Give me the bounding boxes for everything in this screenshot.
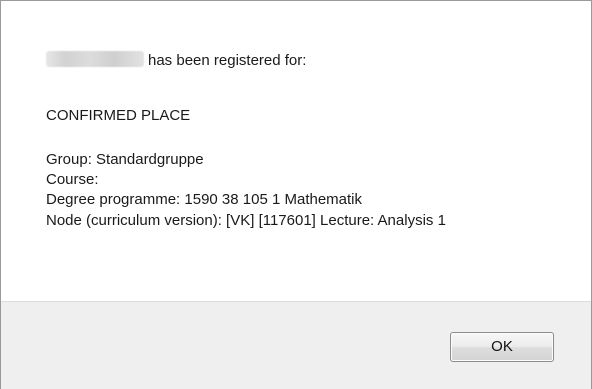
ok-button[interactable]: OK <box>450 332 554 362</box>
dialog-content: has been registered for: CONFIRMED PLACE… <box>1 1 591 301</box>
group-detail: Group: Standardgruppe <box>46 151 204 168</box>
redacted-student-name <box>46 51 144 67</box>
dialog-footer: OK <box>1 301 591 389</box>
registration-message-text: has been registered for: <box>148 52 307 69</box>
node-detail: Node (curriculum version): [VK] [117601]… <box>46 212 446 229</box>
registration-status: CONFIRMED PLACE <box>46 107 191 124</box>
degree-programme-detail: Degree programme: 1590 38 105 1 Mathemat… <box>46 191 363 208</box>
registration-dialog: has been registered for: CONFIRMED PLACE… <box>0 0 592 389</box>
course-detail: Course: <box>46 171 99 188</box>
registration-message: has been registered for: <box>46 51 306 71</box>
